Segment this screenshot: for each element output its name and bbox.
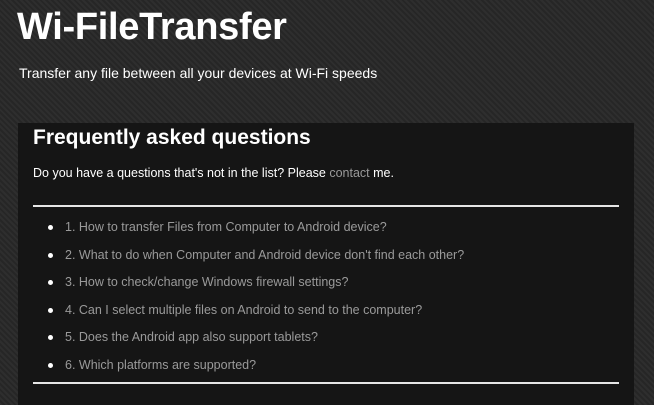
faq-item-4: 4. Can I select multiple files on Androi… — [48, 300, 464, 328]
bullet-icon — [48, 307, 53, 313]
divider-top — [33, 205, 619, 207]
divider-bottom — [33, 382, 619, 384]
bullet-icon — [48, 280, 53, 285]
faq-link-5[interactable]: 5. Does the Android app also support tab… — [65, 330, 318, 344]
bullet-icon — [48, 335, 53, 340]
site-title: Wi-FileTransfer — [17, 6, 287, 48]
faq-item-2: 2. What to do when Computer and Android … — [48, 245, 464, 273]
faq-intro: Do you have a questions that's not in th… — [33, 166, 394, 180]
faq-link-2[interactable]: 2. What to do when Computer and Android … — [65, 248, 464, 262]
faq-item-6: 6. Which platforms are supported? — [48, 355, 464, 383]
faq-link-3[interactable]: 3. How to check/change Windows firewall … — [65, 275, 348, 289]
faq-link-4[interactable]: 4. Can I select multiple files on Androi… — [65, 303, 422, 317]
faq-link-1[interactable]: 1. How to transfer Files from Computer t… — [65, 220, 387, 234]
faq-item-1: 1. How to transfer Files from Computer t… — [48, 217, 464, 245]
faq-heading: Frequently asked questions — [33, 126, 311, 149]
faq-list: 1. How to transfer Files from Computer t… — [48, 217, 464, 382]
faq-item-3: 3. How to check/change Windows firewall … — [48, 272, 464, 300]
faq-item-5: 5. Does the Android app also support tab… — [48, 327, 464, 355]
bullet-icon — [48, 225, 53, 230]
bullet-icon — [48, 362, 53, 368]
contact-link[interactable]: contact — [329, 166, 369, 180]
faq-link-6[interactable]: 6. Which platforms are supported? — [65, 358, 256, 372]
site-tagline: Transfer any file between all your devic… — [19, 65, 378, 81]
faq-intro-text: Do you have a questions that's not in th… — [33, 166, 330, 180]
faq-intro-suffix: me. — [369, 166, 394, 180]
bullet-icon — [48, 252, 53, 258]
faq-panel: Frequently asked questions Do you have a… — [18, 123, 634, 405]
